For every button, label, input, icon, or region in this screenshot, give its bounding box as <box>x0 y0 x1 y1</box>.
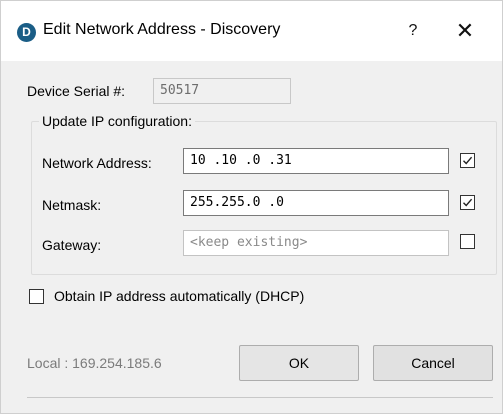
checkmark-icon <box>463 198 473 207</box>
network-address-input[interactable]: 10 .10 .0 .31 <box>183 148 449 174</box>
netmask-label: Netmask: <box>42 197 102 213</box>
network-address-label: Network Address: <box>42 155 152 171</box>
help-button[interactable]: ? <box>396 15 430 47</box>
dhcp-checkbox[interactable] <box>29 289 44 304</box>
device-serial-field: 50517 <box>153 78 291 104</box>
checkmark-icon <box>463 156 473 165</box>
close-button[interactable]: ✕ <box>447 15 483 47</box>
gateway-label: Gateway: <box>42 237 102 253</box>
local-address-text: Local : 169.254.185.6 <box>27 355 162 371</box>
netmask-input[interactable]: 255.255.0 .0 <box>183 190 449 216</box>
app-logo-icon: D <box>17 23 36 42</box>
ip-configuration-group-title: Update IP configuration: <box>39 113 195 129</box>
gateway-checkbox[interactable] <box>460 234 475 249</box>
edit-network-address-dialog: D Edit Network Address - Discovery ? ✕ D… <box>0 0 503 414</box>
window-title: Edit Network Address - Discovery <box>43 21 281 38</box>
dhcp-label: Obtain IP address automatically (DHCP) <box>54 288 305 304</box>
ok-button[interactable]: OK <box>239 345 359 381</box>
bottom-divider <box>27 397 493 398</box>
title-bar: D Edit Network Address - Discovery ? ✕ <box>1 1 502 61</box>
cancel-button[interactable]: Cancel <box>373 345 493 381</box>
gateway-input[interactable]: <keep existing> <box>183 230 449 256</box>
network-address-checkbox[interactable] <box>460 153 475 168</box>
netmask-checkbox[interactable] <box>460 195 475 210</box>
device-serial-label: Device Serial #: <box>27 83 126 99</box>
